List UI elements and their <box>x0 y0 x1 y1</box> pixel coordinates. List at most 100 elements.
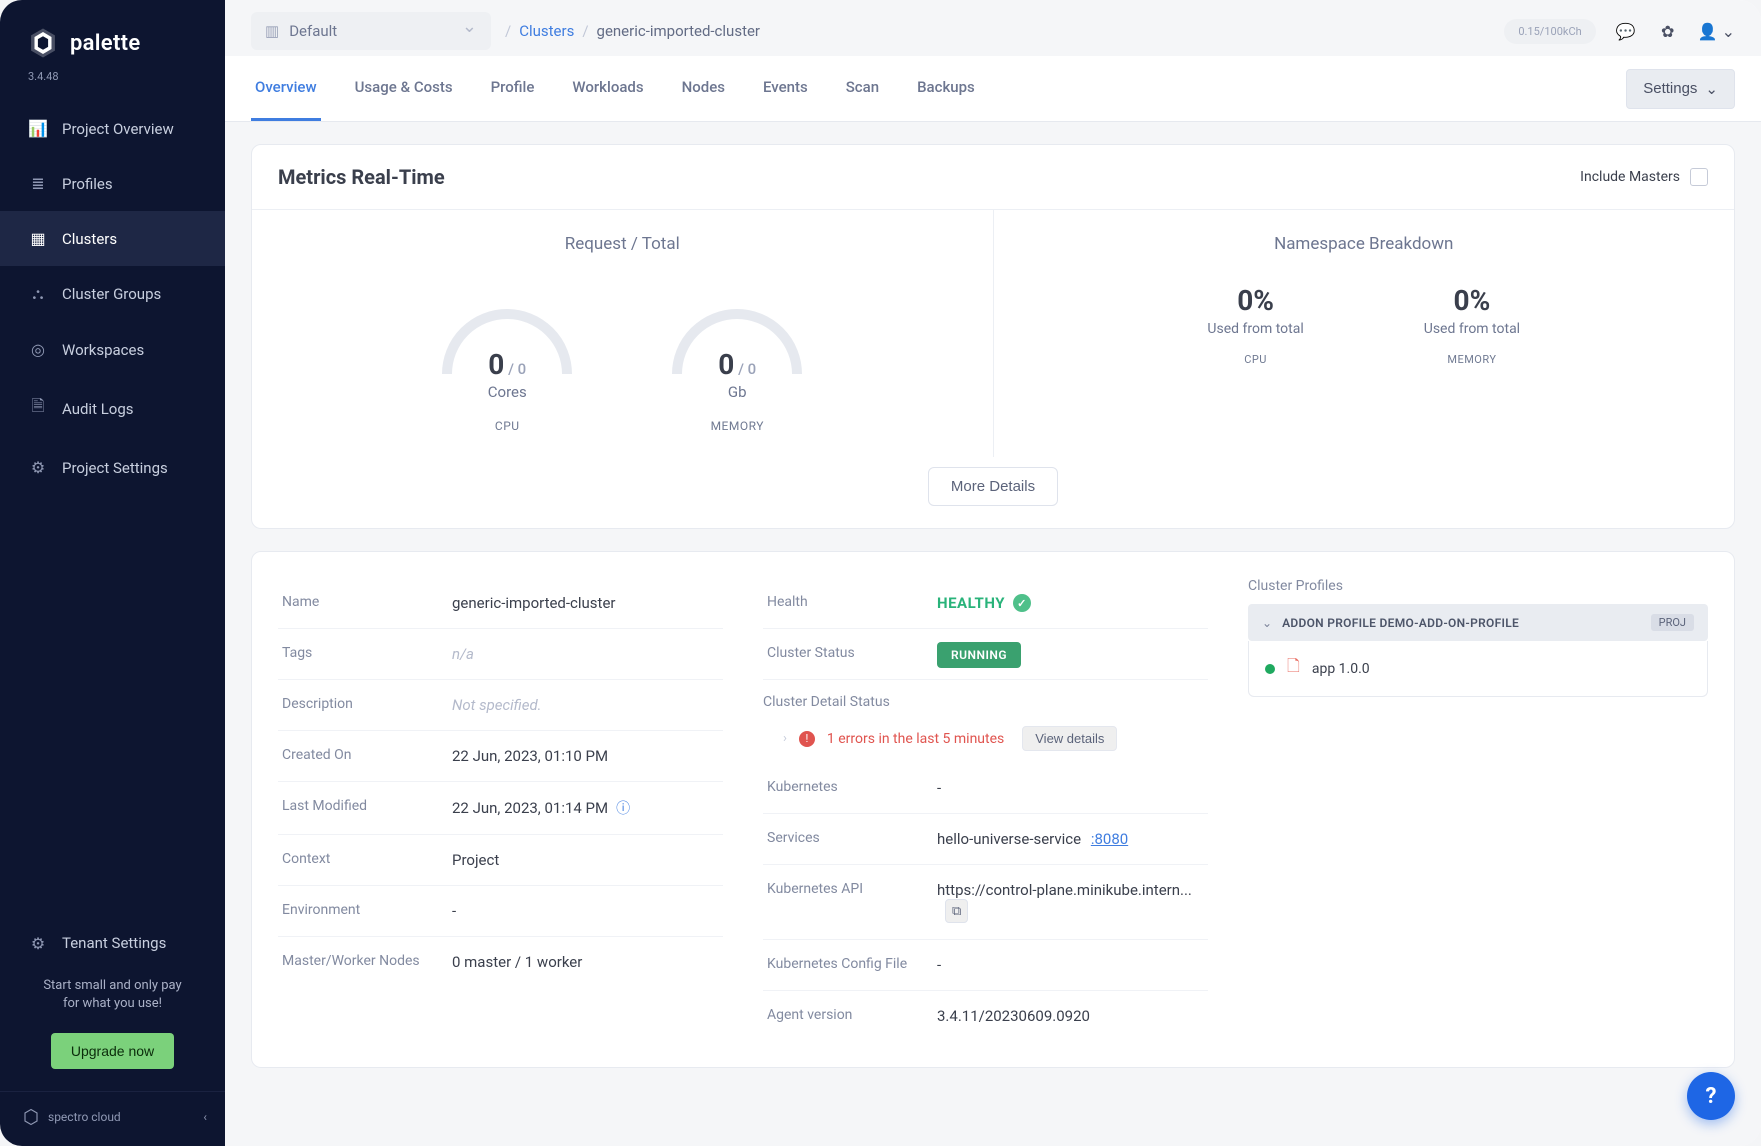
more-details-button[interactable]: More Details <box>928 467 1058 506</box>
metrics-title: Metrics Real-Time <box>278 165 445 189</box>
cluster-details-card: Namegeneric-imported-cluster Tagsn/a Des… <box>251 551 1735 1068</box>
tab-workloads[interactable]: Workloads <box>568 56 647 121</box>
val-agent: 3.4.11/20230609.0920 <box>937 1007 1204 1025</box>
nav-clusters[interactable]: ▦ Clusters <box>0 211 225 266</box>
nav-label: Project Settings <box>62 459 168 477</box>
app-version: 3.4.48 <box>0 70 225 101</box>
nav-project-settings[interactable]: ⚙ Project Settings <box>0 440 225 495</box>
tab-usage-costs[interactable]: Usage & Costs <box>351 56 457 121</box>
nav-audit-logs[interactable]: 🗎 Audit Logs <box>0 377 225 440</box>
chart-icon: 📊 <box>28 119 48 138</box>
brand-name: palette <box>70 31 140 56</box>
breadcrumb: / Clusters / generic-imported-cluster <box>505 22 760 40</box>
error-icon: ! <box>799 731 815 747</box>
nav-workspaces[interactable]: ◎ Workspaces <box>0 322 225 377</box>
memory-gauge: 0 / 0 Gb MEMORY <box>657 284 817 433</box>
crumb-current: generic-imported-cluster <box>597 22 761 40</box>
stack-icon: ≣ <box>28 174 48 193</box>
nav-label: Audit Logs <box>62 400 134 418</box>
health-badge: HEALTHY✓ <box>937 594 1204 612</box>
globe-icon: ◎ <box>28 340 48 359</box>
nav-cluster-groups[interactable]: ⛬ Cluster Groups <box>0 266 225 322</box>
project-selector[interactable]: ▥ Default <box>251 12 491 50</box>
file-search-icon: 🗎 <box>28 395 48 422</box>
nav-tenant-settings[interactable]: ⚙ Tenant Settings <box>0 916 225 971</box>
cpu-gauge: 0 / 0 Cores CPU <box>427 284 587 433</box>
user-icon: 👤 <box>1698 22 1718 41</box>
upgrade-button[interactable]: Upgrade now <box>51 1033 174 1069</box>
val-desc: Not specified. <box>452 696 719 714</box>
bars-icon: ▥ <box>265 22 279 40</box>
val-k8s-config: - <box>937 956 1204 974</box>
error-summary[interactable]: › ! 1 errors in the last 5 minutes View … <box>763 720 1208 763</box>
nav-label: Workspaces <box>62 341 144 359</box>
copy-button[interactable]: ⧉ <box>945 899 968 923</box>
req-total-title: Request / Total <box>282 234 963 254</box>
tab-backups[interactable]: Backups <box>913 56 979 121</box>
status-badge: RUNNING <box>937 642 1021 668</box>
nav-label: Clusters <box>62 230 117 248</box>
chat-icon[interactable]: 💬 <box>1614 19 1638 43</box>
val-k8s-api: https://control-plane.minikube.intern...… <box>937 881 1204 923</box>
status-dot-icon <box>1265 664 1275 674</box>
chevron-right-icon: › <box>783 731 787 746</box>
check-icon: ✓ <box>1013 594 1031 612</box>
nav-label: Project Overview <box>62 120 174 138</box>
checkbox-icon[interactable] <box>1690 168 1708 186</box>
profile-item[interactable]: 🗋 app 1.0.0 <box>1248 641 1708 697</box>
nav-project-overview[interactable]: 📊 Project Overview <box>0 101 225 156</box>
val-nodes: 0 master / 1 worker <box>452 953 719 971</box>
powered-by: spectro cloud ‹ <box>0 1091 225 1146</box>
val-modified: 22 Jun, 2023, 01:14 PMⓘ <box>452 798 719 818</box>
tab-profile[interactable]: Profile <box>487 56 539 121</box>
user-menu[interactable]: 👤 ⌄ <box>1698 22 1735 41</box>
crumb-clusters[interactable]: Clusters <box>519 22 574 40</box>
nav-label: Profiles <box>62 175 113 193</box>
chevron-down-icon: ⌄ <box>1722 22 1735 41</box>
tab-nodes[interactable]: Nodes <box>678 56 729 121</box>
proj-tag: PROJ <box>1651 614 1694 631</box>
ns-cpu-stat: 0% Used from total CPU <box>1207 284 1303 366</box>
chevron-down-icon: ⌄ <box>1705 80 1718 98</box>
chevron-down-icon: ⌄ <box>1262 616 1272 630</box>
help-button[interactable]: ? <box>1687 1072 1735 1120</box>
usage-pill: 0.15/100kCh <box>1504 19 1595 44</box>
cluster-profiles-title: Cluster Profiles <box>1248 578 1708 594</box>
chevron-left-icon[interactable]: ‹ <box>203 1110 207 1124</box>
settings-icon[interactable]: ✿ <box>1656 19 1680 43</box>
view-details-button[interactable]: View details <box>1022 726 1117 751</box>
nav-label: Tenant Settings <box>62 934 166 952</box>
gear-icon: ⚙ <box>28 458 48 477</box>
project-name: Default <box>289 22 337 40</box>
sliders-icon: ⚙ <box>28 934 48 953</box>
val-name: generic-imported-cluster <box>452 594 719 612</box>
val-k8s: - <box>937 779 1204 797</box>
val-services: hello-universe-service :8080 <box>937 830 1204 848</box>
service-port-link[interactable]: :8080 <box>1091 830 1128 848</box>
pack-icon: 🗋 <box>1287 655 1300 682</box>
detail-status-label: Cluster Detail Status <box>763 694 1208 710</box>
val-tags: n/a <box>452 645 719 663</box>
promo-text: Start small and only pay for what you us… <box>0 971 225 1019</box>
profile-accordion-header[interactable]: ⌄ ADDON PROFILE DEMO-ADD-ON-PROFILE PROJ <box>1248 604 1708 641</box>
cluster-settings-button[interactable]: Settings ⌄ <box>1626 69 1735 109</box>
nodes-icon: ⛬ <box>28 284 48 304</box>
ns-breakdown-title: Namespace Breakdown <box>1024 234 1705 254</box>
tab-scan[interactable]: Scan <box>842 56 883 121</box>
val-created: 22 Jun, 2023, 01:10 PM <box>452 747 719 765</box>
tab-events[interactable]: Events <box>759 56 812 121</box>
palette-icon <box>26 26 60 60</box>
grid-icon: ▦ <box>28 229 48 248</box>
spectro-icon <box>22 1108 40 1126</box>
brand-logo: palette <box>0 0 225 70</box>
cluster-tabs: Overview Usage & Costs Profile Workloads… <box>225 56 1761 122</box>
nav-profiles[interactable]: ≣ Profiles <box>0 156 225 211</box>
main-pane: ▥ Default / Clusters / generic-imported-… <box>225 0 1761 1146</box>
nav-label: Cluster Groups <box>62 285 161 303</box>
val-env: - <box>452 902 719 920</box>
ns-mem-stat: 0% Used from total MEMORY <box>1424 284 1520 366</box>
info-icon[interactable]: ⓘ <box>616 801 630 817</box>
metrics-card: Metrics Real-Time Include Masters Reques… <box>251 144 1735 529</box>
include-masters-toggle[interactable]: Include Masters <box>1580 168 1708 186</box>
tab-overview[interactable]: Overview <box>251 56 321 121</box>
